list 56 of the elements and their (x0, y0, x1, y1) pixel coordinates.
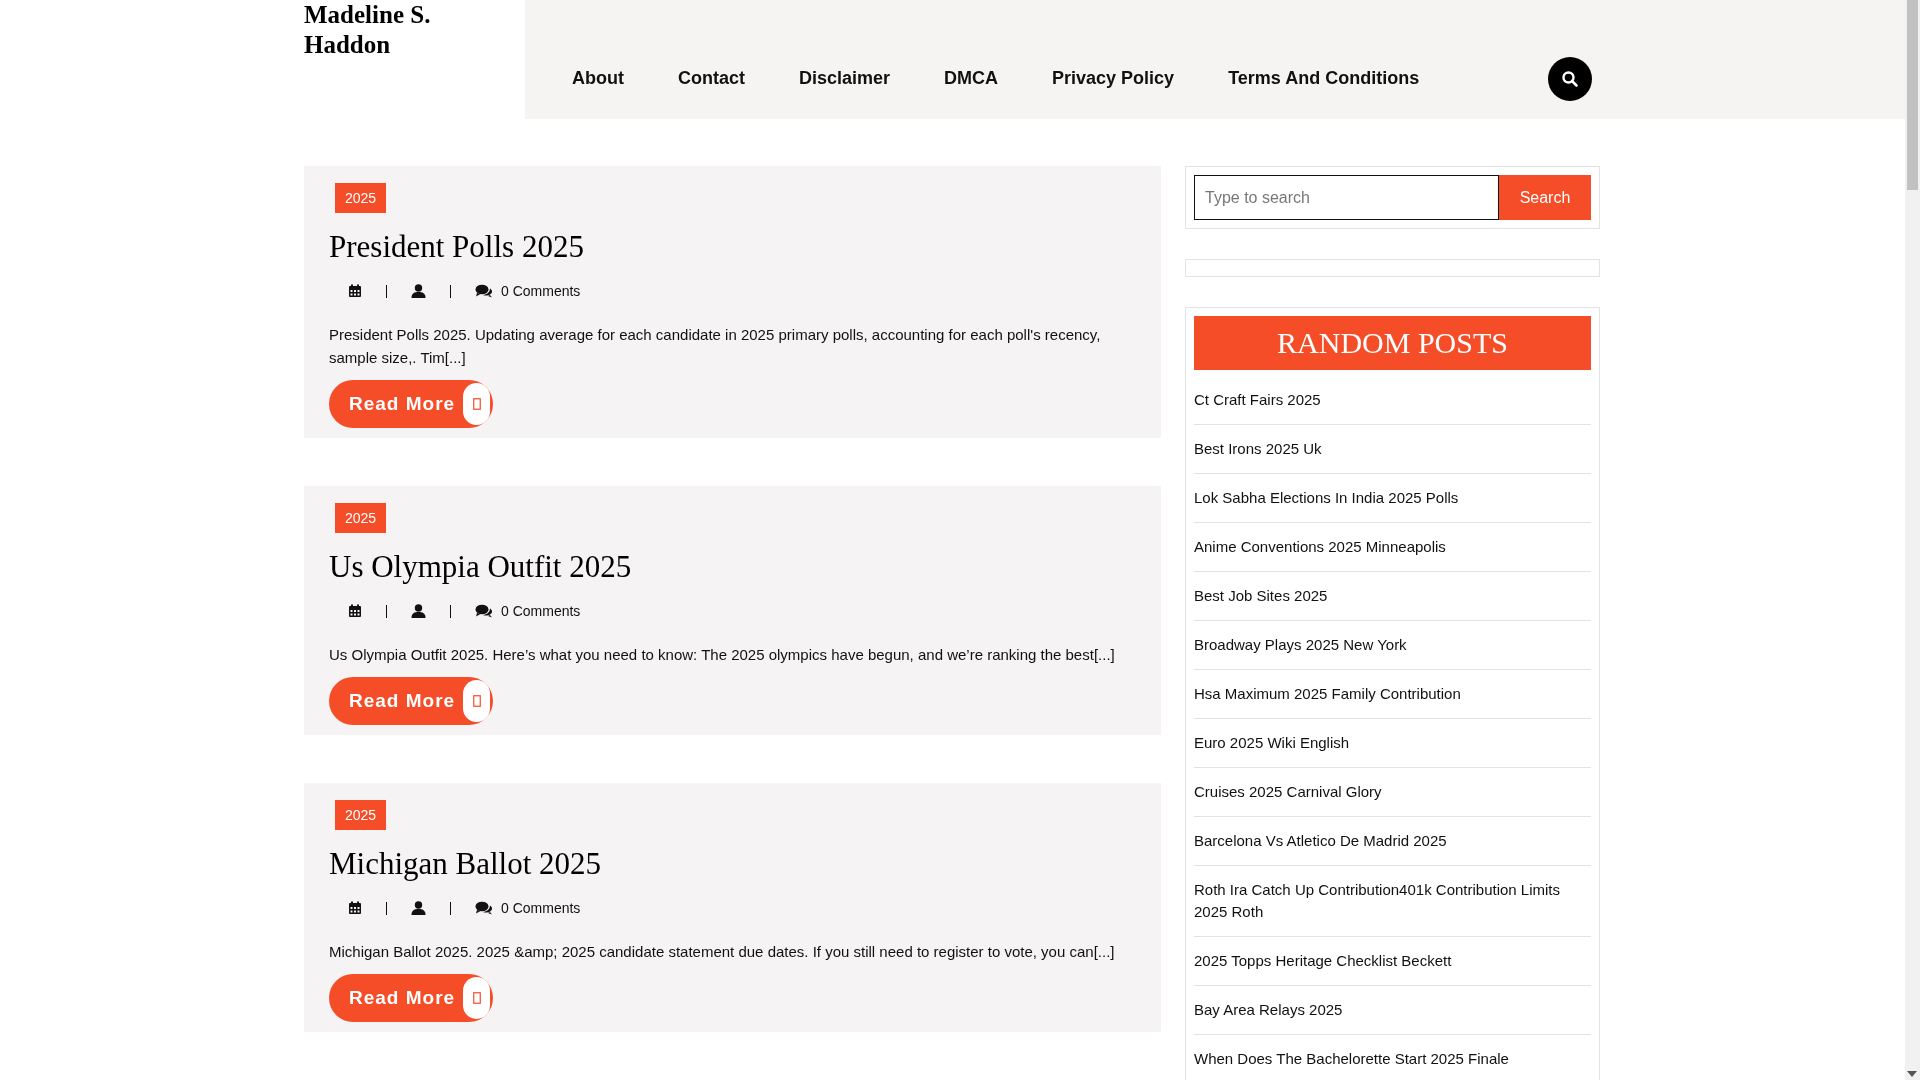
random-post-link[interactable]: Best Irons 2025 Uk (1194, 425, 1591, 474)
random-post-link[interactable]: Broadway Plays 2025 New York (1194, 621, 1591, 670)
nav-link[interactable]: Privacy Policy (1052, 68, 1175, 89)
nav-link[interactable]: DMCA (944, 68, 999, 89)
scroll-thumb[interactable] (1907, 0, 1918, 190)
scroll-down-icon[interactable] (1907, 1071, 1917, 1077)
search-field[interactable]: Type to search (1194, 175, 1499, 220)
post-excerpt: Michigan Ballot 2025. 2025 &amp; 2025 candidate statement due dates. If you still need to register to vote, you can[...] (329, 942, 1115, 962)
random-post-link[interactable]: Euro 2025 Wiki English (1194, 719, 1591, 768)
post-title[interactable]: President Polls 2025 (329, 227, 584, 267)
user-icon (411, 284, 426, 298)
random-post-link[interactable]: Anime Conventions 2025 Minneapolis (1194, 523, 1591, 572)
post-title[interactable]: Michigan Ballot 2025 (329, 844, 602, 884)
box-icon (472, 695, 481, 707)
site-title[interactable]: Madeline S. Haddon (304, 0, 454, 60)
nav-link[interactable]: Disclaimer (799, 68, 891, 89)
search-button[interactable]: Search (1499, 175, 1591, 220)
nav-link[interactable]: Contact (678, 68, 745, 89)
random-post-link[interactable]: Lok Sabha Elections In India 2025 Polls (1194, 474, 1591, 523)
read-more-button[interactable]: Read More (329, 974, 494, 1022)
random-post-link[interactable]: When Does The Bachelorette Start 2025 Finale (1194, 1035, 1591, 1080)
post-excerpt: President Polls 2025. Updating average for each candidate in 2025 primary polls, accounting for each poll's recency, sample size,. Tim[...] (329, 325, 1102, 368)
post-excerpt: Us Olympia Outfit 2025. Here’s what you need to know: The 2025 olympics have begun, and we’re ranking the best[...] (329, 645, 1115, 665)
random-post-link[interactable]: Roth Ira Catch Up Contribution401k Contribution Limits 2025 Roth (1194, 866, 1591, 937)
calendar-icon (348, 604, 362, 618)
user-icon (411, 901, 426, 915)
nav-link[interactable]: Terms And Conditions (1228, 68, 1420, 89)
calendar-icon (348, 284, 362, 298)
comments-icon (475, 604, 493, 618)
user-icon (411, 604, 426, 618)
random-post-link[interactable]: Cruises 2025 Carnival Glory (1194, 768, 1591, 817)
scrollbar[interactable] (1905, 0, 1920, 1080)
search-icon (1561, 69, 1579, 88)
read-more-button[interactable]: Read More (329, 380, 494, 428)
random-post-link[interactable]: Hsa Maximum 2025 Family Contribution (1194, 670, 1591, 719)
calendar-icon (348, 901, 362, 915)
box-icon (472, 398, 481, 410)
nav-link[interactable]: About (572, 68, 624, 89)
comment-count[interactable]: 0 Comments (501, 603, 581, 619)
read-more-button[interactable]: Read More (329, 677, 494, 725)
comments-icon (475, 901, 493, 915)
post-title[interactable]: Us Olympia Outfit 2025 (329, 547, 632, 587)
widget-title: RANDOM POSTS (1194, 316, 1591, 370)
category-tag[interactable]: 2025 (335, 503, 387, 533)
comments-icon (475, 284, 493, 298)
random-post-link[interactable]: Bay Area Relays 2025 (1194, 986, 1591, 1035)
random-post-link[interactable]: Barcelona Vs Atletico De Madrid 2025 (1194, 817, 1591, 866)
random-post-link[interactable]: 2025 Topps Heritage Checklist Beckett (1194, 937, 1591, 986)
category-tag[interactable]: 2025 (335, 800, 387, 830)
comment-count[interactable]: 0 Comments (501, 283, 581, 299)
box-icon (472, 992, 481, 1004)
search-button[interactable] (1548, 56, 1592, 101)
comment-count[interactable]: 0 Comments (501, 900, 581, 916)
random-post-link[interactable]: Ct Craft Fairs 2025 (1194, 376, 1591, 425)
random-post-link[interactable]: Best Job Sites 2025 (1194, 572, 1591, 621)
category-tag[interactable]: 2025 (335, 183, 387, 213)
